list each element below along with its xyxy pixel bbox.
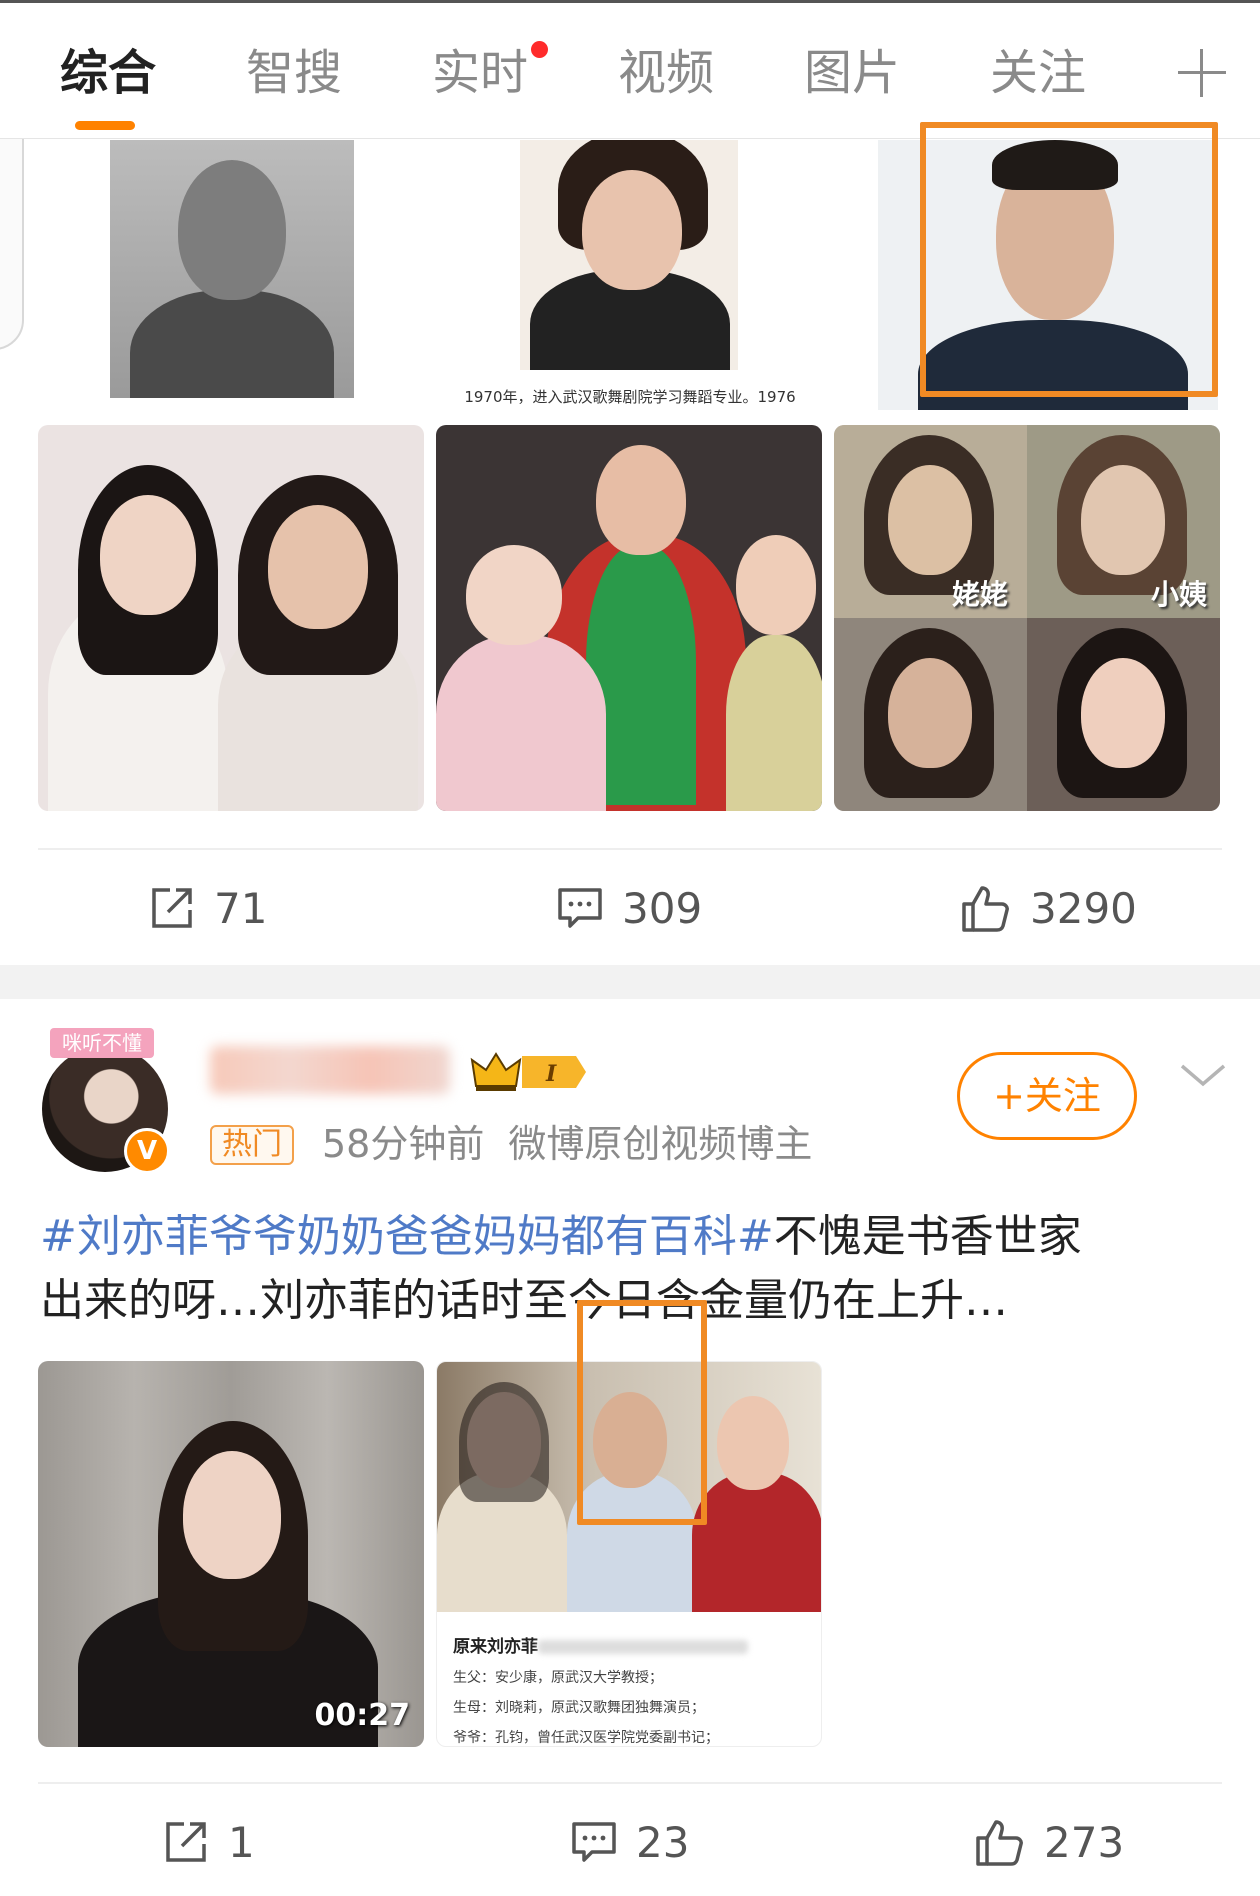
grid-label-aunt: 小姨 (1151, 578, 1208, 611)
tab-following[interactable]: 关注 (990, 43, 1086, 103)
post-meta: 58分钟前 微博原创视频博主 (322, 1120, 812, 1168)
family-card-text: 原来刘亦菲 生父：安少康，原武汉大学教授； 生母：刘晓莉，原武汉歌舞团独舞演员；… (453, 1632, 813, 1746)
chevron-down-icon[interactable] (1178, 1060, 1228, 1090)
post1-share-count: 71 (214, 883, 268, 933)
tab-images[interactable]: 图片 (804, 43, 900, 103)
post2-share-button[interactable]: 1 (162, 1812, 255, 1872)
post2-comment-count: 23 (636, 1817, 690, 1867)
family-card-line: 生母：刘晓莉，原武汉歌舞团独舞演员； (453, 1700, 705, 1716)
share-icon (162, 1818, 210, 1866)
post-text-line1: 不愧是书香世家 (773, 1211, 1082, 1262)
highlight-frame-father-2 (577, 1300, 707, 1525)
grid-label-grandmother: 姥姥 (952, 578, 1009, 611)
post1-image-mother[interactable] (520, 140, 738, 370)
post2-divider (38, 1782, 1222, 1784)
post-time: 58分钟前 (322, 1122, 485, 1166)
family-card-title: 原来刘亦菲 (453, 1637, 538, 1657)
active-tab-indicator (75, 121, 135, 130)
post2-share-count: 1 (228, 1817, 255, 1867)
plus-icon[interactable] (1174, 45, 1230, 101)
post1-image-caption: 1970年，进入武汉歌舞剧院学习舞蹈专业。1976 (464, 388, 796, 406)
post1-image-mother-daughter[interactable] (38, 425, 424, 811)
post1-like-button[interactable]: 3290 (960, 878, 1137, 938)
hot-badge: 热门 (210, 1125, 294, 1165)
thumbs-up-icon (960, 882, 1012, 934)
post2-like-count: 273 (1044, 1817, 1125, 1867)
tab-comprehensive[interactable]: 综合 (60, 43, 156, 103)
username-blurred[interactable] (210, 1046, 450, 1094)
crown-badge-icon: I (470, 1052, 586, 1091)
post1-image-family-with-baby[interactable] (436, 425, 822, 811)
follow-button[interactable]: +关注 (957, 1052, 1137, 1140)
topic-hashtag-link[interactable]: #刘亦菲爷爷奶奶爸爸妈妈都有百科# (40, 1211, 774, 1262)
comment-icon (556, 884, 604, 932)
family-card-line: 生父：安少康，原武汉大学教授； (453, 1670, 663, 1686)
tab-smart-search[interactable]: 智搜 (246, 43, 342, 103)
post1-comment-count: 309 (622, 883, 703, 933)
post-text-line2: 出来的呀…刘亦菲的话时至今日含金量仍在上升… (40, 1275, 1008, 1326)
avatar-tag: 咪听不懂 (50, 1028, 154, 1058)
post-source: 微博原创视频博主 (508, 1122, 813, 1166)
post2-like-button[interactable]: 273 (974, 1812, 1124, 1872)
highlight-frame-father (920, 122, 1218, 397)
thumbs-up-icon (974, 1816, 1026, 1868)
search-tab-bar: 综合 智搜 实时 视频 图片 关注 (0, 3, 1260, 139)
family-card-line: 爷爷：孔钧，曾任武汉医学院党委副书记； (453, 1730, 719, 1746)
post2-comment-button[interactable]: 23 (570, 1812, 689, 1872)
feed-separator (0, 965, 1260, 999)
post1-share-button[interactable]: 71 (148, 878, 267, 938)
svg-text:I: I (545, 1061, 557, 1087)
realtime-new-dot (531, 41, 548, 58)
post2-video-thumbnail[interactable]: 00:27 (38, 1361, 424, 1747)
post1-image-four-faces[interactable]: 姥姥 小姨 (834, 425, 1220, 811)
verified-badge: V (124, 1128, 170, 1174)
post1-comment-button[interactable]: 309 (556, 878, 702, 938)
post1-divider (38, 848, 1222, 850)
post1-like-count: 3290 (1030, 883, 1137, 933)
post1-image-grandfather[interactable] (110, 140, 354, 398)
video-duration: 00:27 (314, 1698, 411, 1733)
tab-video[interactable]: 视频 (618, 43, 714, 103)
comment-icon (570, 1818, 618, 1866)
share-icon (148, 884, 196, 932)
tab-realtime[interactable]: 实时 (432, 43, 528, 103)
